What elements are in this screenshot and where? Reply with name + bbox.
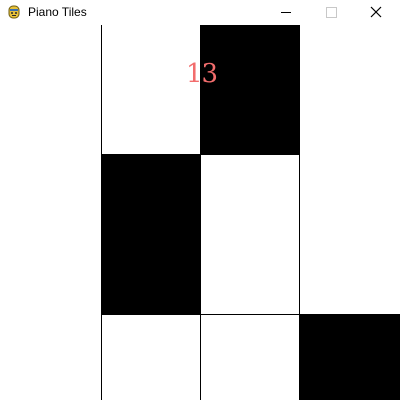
window-title: Piano Tiles (28, 5, 87, 19)
title-bar[interactable]: Piano Tiles (0, 0, 400, 25)
black-tile[interactable] (200, 25, 299, 154)
pygame-snake-icon (6, 4, 22, 20)
score-counter: 13 (186, 59, 218, 89)
column-divider (101, 25, 102, 400)
minimize-icon (281, 12, 291, 13)
black-tile[interactable] (101, 154, 200, 314)
column-divider (299, 25, 300, 400)
close-icon (370, 6, 382, 18)
row-divider (101, 154, 300, 155)
maximize-button[interactable] (308, 0, 354, 25)
maximize-icon (326, 7, 337, 18)
close-button[interactable] (354, 0, 400, 25)
game-window: Piano Tiles 13 (0, 0, 400, 400)
black-tile[interactable] (299, 314, 400, 400)
minimize-button[interactable] (262, 0, 308, 25)
game-board[interactable]: 13 (0, 25, 400, 400)
row-divider (101, 314, 399, 315)
